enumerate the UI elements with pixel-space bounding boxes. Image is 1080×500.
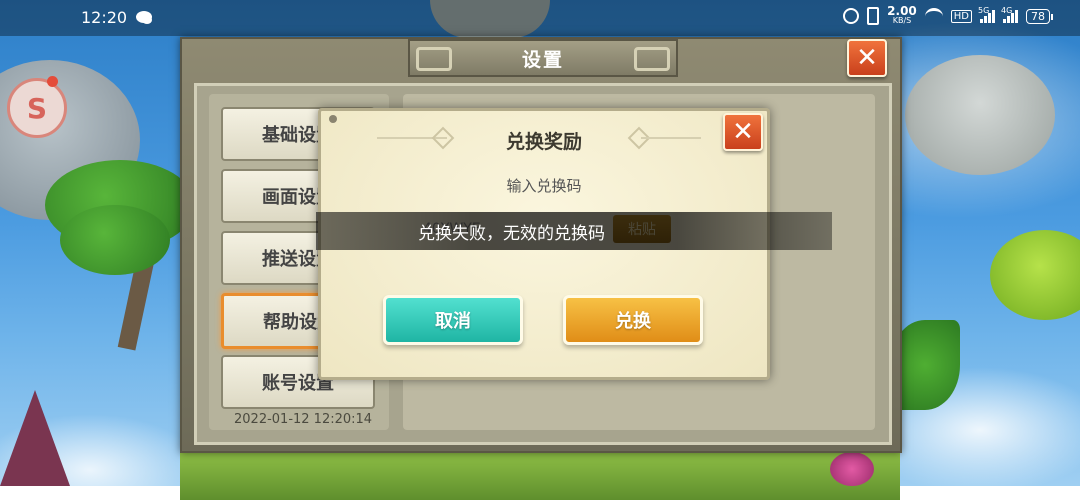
code-prompt: 输入兑换码 — [506, 177, 582, 195]
purple-crystal — [0, 390, 70, 486]
network-speed: 2.00 KB/S — [887, 4, 917, 26]
signal-icon: 5G — [978, 6, 995, 23]
pink-flower — [830, 452, 874, 486]
vibrate-icon — [867, 7, 880, 25]
battery-icon: 78 — [1026, 8, 1053, 24]
settings-close-button[interactable]: ✕ — [847, 39, 887, 77]
status-bar: 12:20 2.00 KB/S HD 5G 4G 78 — [0, 0, 1080, 36]
skill-icon[interactable]: S — [7, 78, 67, 138]
status-icons: 2.00 KB/S HD 5G 4G 78 — [843, 4, 1053, 26]
tree-foliage — [60, 205, 170, 275]
close-icon: ✕ — [856, 43, 878, 73]
speed-value: 2.00 — [887, 4, 917, 18]
floating-island-ring — [990, 230, 1080, 320]
dialog-close-button[interactable]: ✕ — [723, 113, 763, 151]
redeem-button[interactable]: 兑换 — [563, 295, 703, 345]
notification-dot — [47, 76, 58, 87]
pin-decoration — [329, 115, 337, 123]
cancel-button[interactable]: 取消 — [383, 295, 523, 345]
signal-icon: 4G — [1001, 6, 1018, 23]
dialog-title: 兑换奖励 — [505, 131, 582, 153]
wifi-icon — [924, 7, 943, 25]
speed-unit: KB/S — [892, 16, 912, 25]
timestamp: 2022-01-12 12:20:14 — [234, 412, 373, 427]
alarm-icon — [843, 8, 860, 24]
close-icon: ✕ — [732, 117, 754, 147]
error-toast: 兑换失败，无效的兑换码 — [316, 212, 832, 250]
clock: 12:20 — [81, 8, 128, 27]
signal-label: 4G — [1001, 5, 1013, 15]
signal-label: 5G — [978, 5, 990, 15]
floating-island-shipwreck — [905, 55, 1055, 175]
settings-title: 设置 — [408, 39, 678, 77]
wechat-icon — [136, 11, 152, 24]
hd-badge: HD — [950, 9, 972, 23]
toast-message: 兑换失败，无效的兑换码 — [418, 223, 605, 244]
